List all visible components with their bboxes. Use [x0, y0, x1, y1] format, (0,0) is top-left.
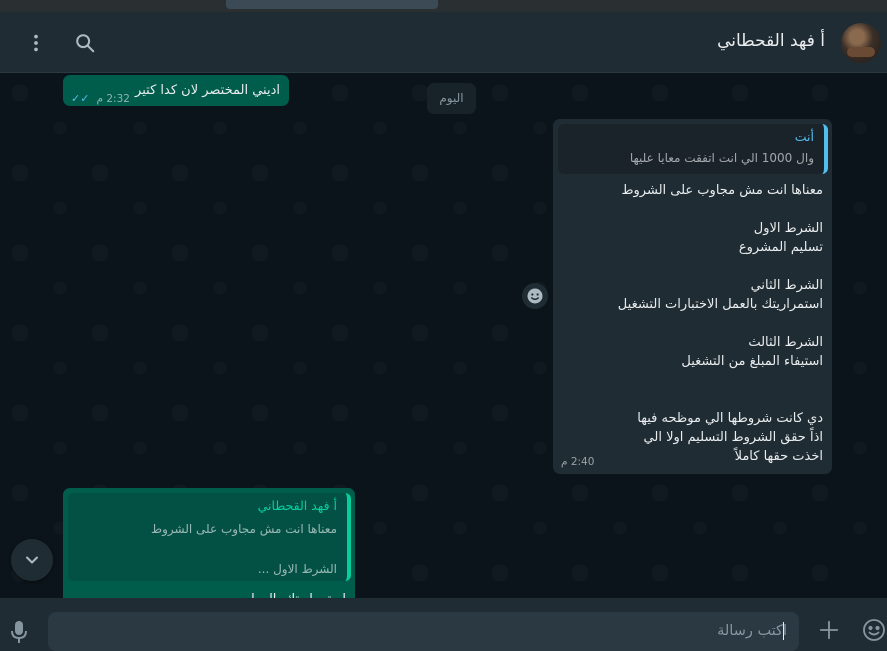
message-composer[interactable]: [0, 598, 887, 651]
message-bubble-incoming[interactable]: أنت وال 1000 الي انت اتفقت معايا عليها م…: [553, 119, 832, 474]
quote-text: وال 1000 الي انت اتفقت معايا عليها: [629, 151, 814, 165]
message-meta: 2:32 م ✓✓: [71, 87, 130, 106]
message-bubble-outgoing[interactable]: أ فهد القحطاني معناها انت مش مجاوب على ا…: [63, 488, 355, 598]
message-time: 2:32 م: [96, 93, 130, 105]
scroll-to-bottom-button[interactable]: [11, 539, 53, 581]
message-time: 2:40 م: [561, 456, 595, 468]
message-text: معناها انت مش مجاوب على الشروط الشرط الا…: [617, 183, 823, 464]
plus-icon[interactable]: [818, 619, 840, 645]
read-ticks-icon: ✓✓: [71, 92, 94, 105]
react-emoji-icon[interactable]: [522, 283, 548, 309]
microphone-icon[interactable]: [9, 620, 29, 648]
smiley-icon[interactable]: [862, 618, 886, 646]
quoted-message[interactable]: أ فهد القحطاني معناها انت مش مجاوب على ا…: [68, 493, 351, 581]
contact-name[interactable]: أ فهد القحطاني: [717, 31, 825, 51]
chat-header[interactable]: أ فهد القحطاني: [0, 12, 887, 73]
avatar[interactable]: [841, 23, 881, 63]
message-input-wrapper[interactable]: [48, 612, 799, 651]
search-icon[interactable]: [74, 32, 96, 54]
quote-text: معناها انت مش مجاوب على الشروط الشرط الا…: [151, 522, 337, 576]
message-text: استمراريتك بالعمل: [245, 590, 346, 598]
chat-panel[interactable]: اديني المختصر لان كدا كتير 2:32 م ✓✓ الي…: [0, 73, 887, 598]
quoted-message[interactable]: أنت وال 1000 الي انت اتفقت معايا عليها: [558, 124, 828, 174]
quote-author: أ فهد القحطاني: [257, 498, 337, 513]
text-caret: [783, 622, 784, 640]
message-input[interactable]: [67, 620, 787, 642]
date-separator: اليوم: [427, 83, 476, 114]
window-top-strip: [0, 0, 887, 12]
chevron-down-icon: [26, 556, 38, 564]
kebab-menu-icon[interactable]: [25, 32, 47, 54]
message-text: اديني المختصر لان كدا كتير: [135, 83, 280, 98]
message-bubble-outgoing[interactable]: اديني المختصر لان كدا كتير 2:32 م ✓✓: [63, 75, 289, 106]
browser-tab[interactable]: [226, 0, 438, 9]
quote-author: أنت: [794, 129, 814, 144]
